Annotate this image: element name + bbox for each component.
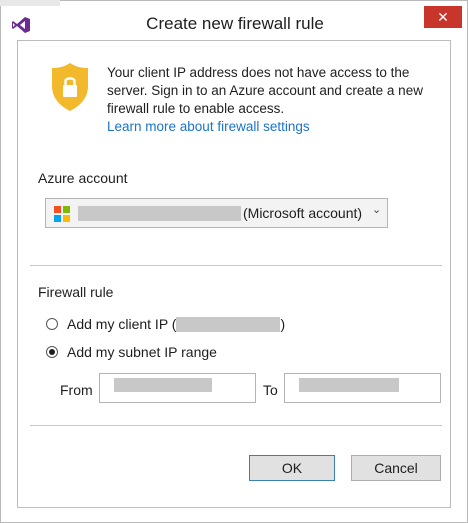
redacted-client-ip — [176, 316, 281, 332]
to-label: To — [263, 382, 278, 398]
azure-account-label: Azure account — [38, 170, 128, 186]
dialog-title: Create new firewall rule — [146, 14, 324, 33]
radio-button[interactable] — [46, 318, 58, 330]
redacted-account-name — [78, 206, 241, 221]
redacted-from-ip — [114, 378, 212, 392]
info-message: Your client IP address does not have acc… — [107, 65, 423, 116]
to-ip-input[interactable] — [284, 373, 441, 403]
cancel-button[interactable]: Cancel — [351, 455, 441, 481]
client-ip-label-prefix: Add my client IP ( — [67, 316, 177, 332]
radio-add-subnet-range[interactable]: Add my subnet IP range — [46, 343, 217, 361]
azure-account-dropdown[interactable]: (Microsoft account) ⌄ — [45, 198, 388, 228]
section-divider — [30, 425, 442, 426]
client-ip-label-suffix: ) — [280, 316, 286, 332]
from-ip-input[interactable] — [99, 373, 256, 403]
radio-button-selected[interactable] — [46, 346, 58, 358]
subnet-range-label: Add my subnet IP range — [67, 344, 217, 360]
shield-lock-icon — [52, 63, 88, 111]
firewall-rule-label: Firewall rule — [38, 284, 114, 300]
firewall-settings-link[interactable]: Learn more about firewall settings — [107, 118, 310, 136]
close-button[interactable]: ✕ — [424, 6, 462, 28]
ok-button[interactable]: OK — [249, 455, 335, 481]
chevron-down-icon: ⌄ — [372, 204, 382, 216]
info-message-block: Your client IP address does not have acc… — [107, 64, 447, 136]
title-bar: Create new firewall rule — [1, 6, 467, 38]
redacted-to-ip — [299, 378, 399, 392]
radio-add-client-ip[interactable]: Add my client IP ( ) — [46, 315, 285, 333]
section-divider — [30, 265, 442, 266]
from-label: From — [60, 382, 93, 398]
account-type-text: (Microsoft account) — [243, 205, 363, 221]
microsoft-logo-icon — [54, 206, 70, 222]
